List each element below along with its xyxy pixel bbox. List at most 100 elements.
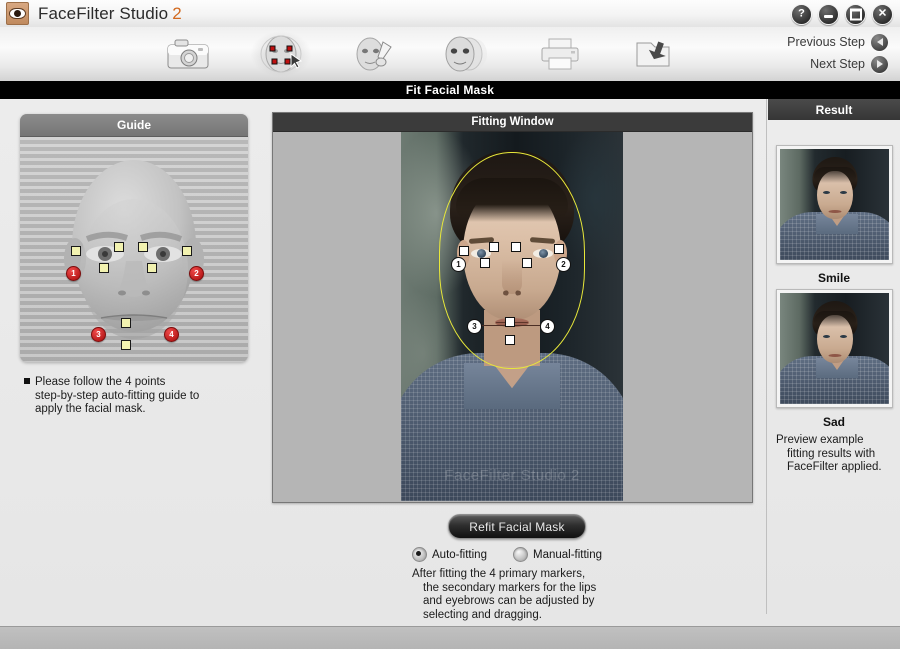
help-button[interactable]: ? <box>791 4 812 25</box>
arrow-left-icon <box>871 33 888 51</box>
guide-marker-1[interactable]: 1 <box>66 266 81 281</box>
fitting-window-label: Fitting Window <box>471 116 554 128</box>
result-label-smile: Smile <box>817 271 850 285</box>
guide-secondary-marker[interactable] <box>114 242 124 252</box>
close-button[interactable]: ✕ <box>872 4 893 25</box>
radio-dot-selected <box>412 547 427 562</box>
secondary-marker[interactable] <box>480 258 490 268</box>
primary-marker-3[interactable]: 3 <box>467 319 482 334</box>
fitting-instruction: After fitting the 4 primary markers, the… <box>412 568 627 622</box>
result-note-line1: Preview example <box>776 434 864 446</box>
secondary-marker[interactable] <box>522 258 532 268</box>
export-tool[interactable] <box>625 32 681 76</box>
secondary-marker[interactable] <box>505 317 515 327</box>
previous-step-button[interactable]: Previous Step <box>718 31 888 53</box>
manual-fitting-radio[interactable]: Manual-fitting <box>512 547 603 562</box>
result-thumbnail-sad[interactable] <box>776 289 893 408</box>
face-markers-icon <box>260 35 303 73</box>
application-window: FaceFilter Studio 2 ? ✕ Previous Step Ne… <box>0 0 900 649</box>
primary-marker-1[interactable]: 1 <box>451 257 466 272</box>
fitting-window-header: Fitting Window <box>273 113 752 131</box>
source-photo[interactable]: FaceFilter Studio 2 1 2 3 4 <box>401 132 623 501</box>
next-step-button[interactable]: Next Step <box>718 53 888 75</box>
guide-secondary-marker[interactable] <box>99 263 109 273</box>
refit-button-label: Refit Facial Mask <box>469 519 565 534</box>
guide-secondary-marker[interactable] <box>147 263 157 273</box>
fitting-note-line2: the secondary markers for the lips <box>423 581 597 594</box>
photo-shirt <box>401 353 623 501</box>
thumb-fringe <box>813 167 856 183</box>
manual-fitting-label: Manual-fitting <box>532 548 603 561</box>
step-title: Fit Facial Mask <box>405 83 495 97</box>
thumb-shirt <box>780 356 889 404</box>
app-title-text: FaceFilter Studio <box>38 3 169 23</box>
toolbar-icon-group <box>160 27 681 81</box>
fitting-window-canvas[interactable]: FaceFilter Studio 2 1 2 3 4 <box>273 131 752 501</box>
fitting-note-line1: After fitting the 4 primary markers, <box>412 568 586 580</box>
guide-marker-4[interactable]: 4 <box>164 327 179 342</box>
secondary-marker[interactable] <box>489 242 499 252</box>
status-bar <box>0 626 900 649</box>
thumb-mouth <box>828 210 841 213</box>
minimize-button[interactable] <box>818 4 839 25</box>
bullet-icon <box>24 378 30 384</box>
load-photo-tool[interactable] <box>160 32 216 76</box>
guide-secondary-marker[interactable] <box>121 318 131 328</box>
thumbnail-image-sad <box>780 293 889 404</box>
thumb-shirt <box>780 212 889 260</box>
secondary-marker[interactable] <box>511 242 521 252</box>
thumb-eye-right <box>839 191 847 194</box>
guide-header: Guide <box>20 114 248 137</box>
step-title-bar: Fit Facial Mask <box>0 81 900 99</box>
radio-dot <box>512 547 528 562</box>
primary-marker-2-label: 2 <box>561 259 566 269</box>
secondary-marker[interactable] <box>459 246 469 256</box>
edit-face-tool[interactable] <box>346 32 402 76</box>
refit-facial-mask-button[interactable]: Refit Facial Mask <box>448 514 586 539</box>
primary-marker-4-label: 4 <box>545 321 550 331</box>
camera-icon <box>167 39 209 69</box>
guide-face-model <box>64 160 204 339</box>
app-version: 2 <box>172 3 182 23</box>
guide-header-label: Guide <box>116 118 151 132</box>
main-toolbar: Previous Step Next Step <box>0 27 900 82</box>
result-note-line3: FaceFilter applied. <box>787 461 882 473</box>
thumb-mouth <box>828 354 841 357</box>
thumb-eye-left <box>822 335 830 338</box>
primary-marker-2[interactable]: 2 <box>556 257 571 272</box>
save-export-icon <box>636 41 670 67</box>
guide-marker-3-label: 3 <box>96 330 101 339</box>
printer-icon <box>541 38 579 70</box>
close-icon: ✕ <box>877 7 888 20</box>
app-title: FaceFilter Studio 2 <box>38 4 182 24</box>
guide-secondary-marker[interactable] <box>71 246 81 256</box>
morph-face-tool[interactable] <box>439 32 495 76</box>
auto-fitting-radio[interactable]: Auto-fitting <box>412 547 487 562</box>
guide-marker-2[interactable]: 2 <box>189 266 204 281</box>
guide-marker-3[interactable]: 3 <box>91 327 106 342</box>
result-header: Result <box>768 99 900 120</box>
result-header-label: Result <box>815 102 853 117</box>
restore-button[interactable] <box>845 4 866 25</box>
thumb-eye-right <box>839 335 847 338</box>
step-navigation: Previous Step Next Step <box>718 31 888 75</box>
result-label-sad: Sad <box>822 415 845 429</box>
print-tool[interactable] <box>532 32 588 76</box>
fitting-window-panel: Fitting Window FaceFilter Studio 2 1 2 3… <box>272 112 753 503</box>
guide-secondary-marker[interactable] <box>138 242 148 252</box>
face-morph-icon <box>445 36 487 72</box>
guide-face-preview: 1 2 3 4 <box>20 137 248 362</box>
title-bar: FaceFilter Studio 2 ? ✕ <box>0 0 900 28</box>
guide-secondary-marker[interactable] <box>182 246 192 256</box>
eye-icon <box>9 8 26 19</box>
fit-facial-mask-tool[interactable] <box>250 31 312 77</box>
primary-marker-4[interactable]: 4 <box>540 319 555 334</box>
secondary-marker[interactable] <box>554 244 564 254</box>
result-panel: Result Smile Sad <box>768 99 900 626</box>
result-thumbnail-smile[interactable] <box>776 145 893 264</box>
primary-marker-3-label: 3 <box>472 321 477 331</box>
secondary-marker[interactable] <box>505 335 515 345</box>
guide-secondary-marker[interactable] <box>121 340 131 350</box>
primary-marker-1-label: 1 <box>456 259 461 269</box>
guide-instruction: Please follow the 4 points step-by-step … <box>24 376 249 417</box>
